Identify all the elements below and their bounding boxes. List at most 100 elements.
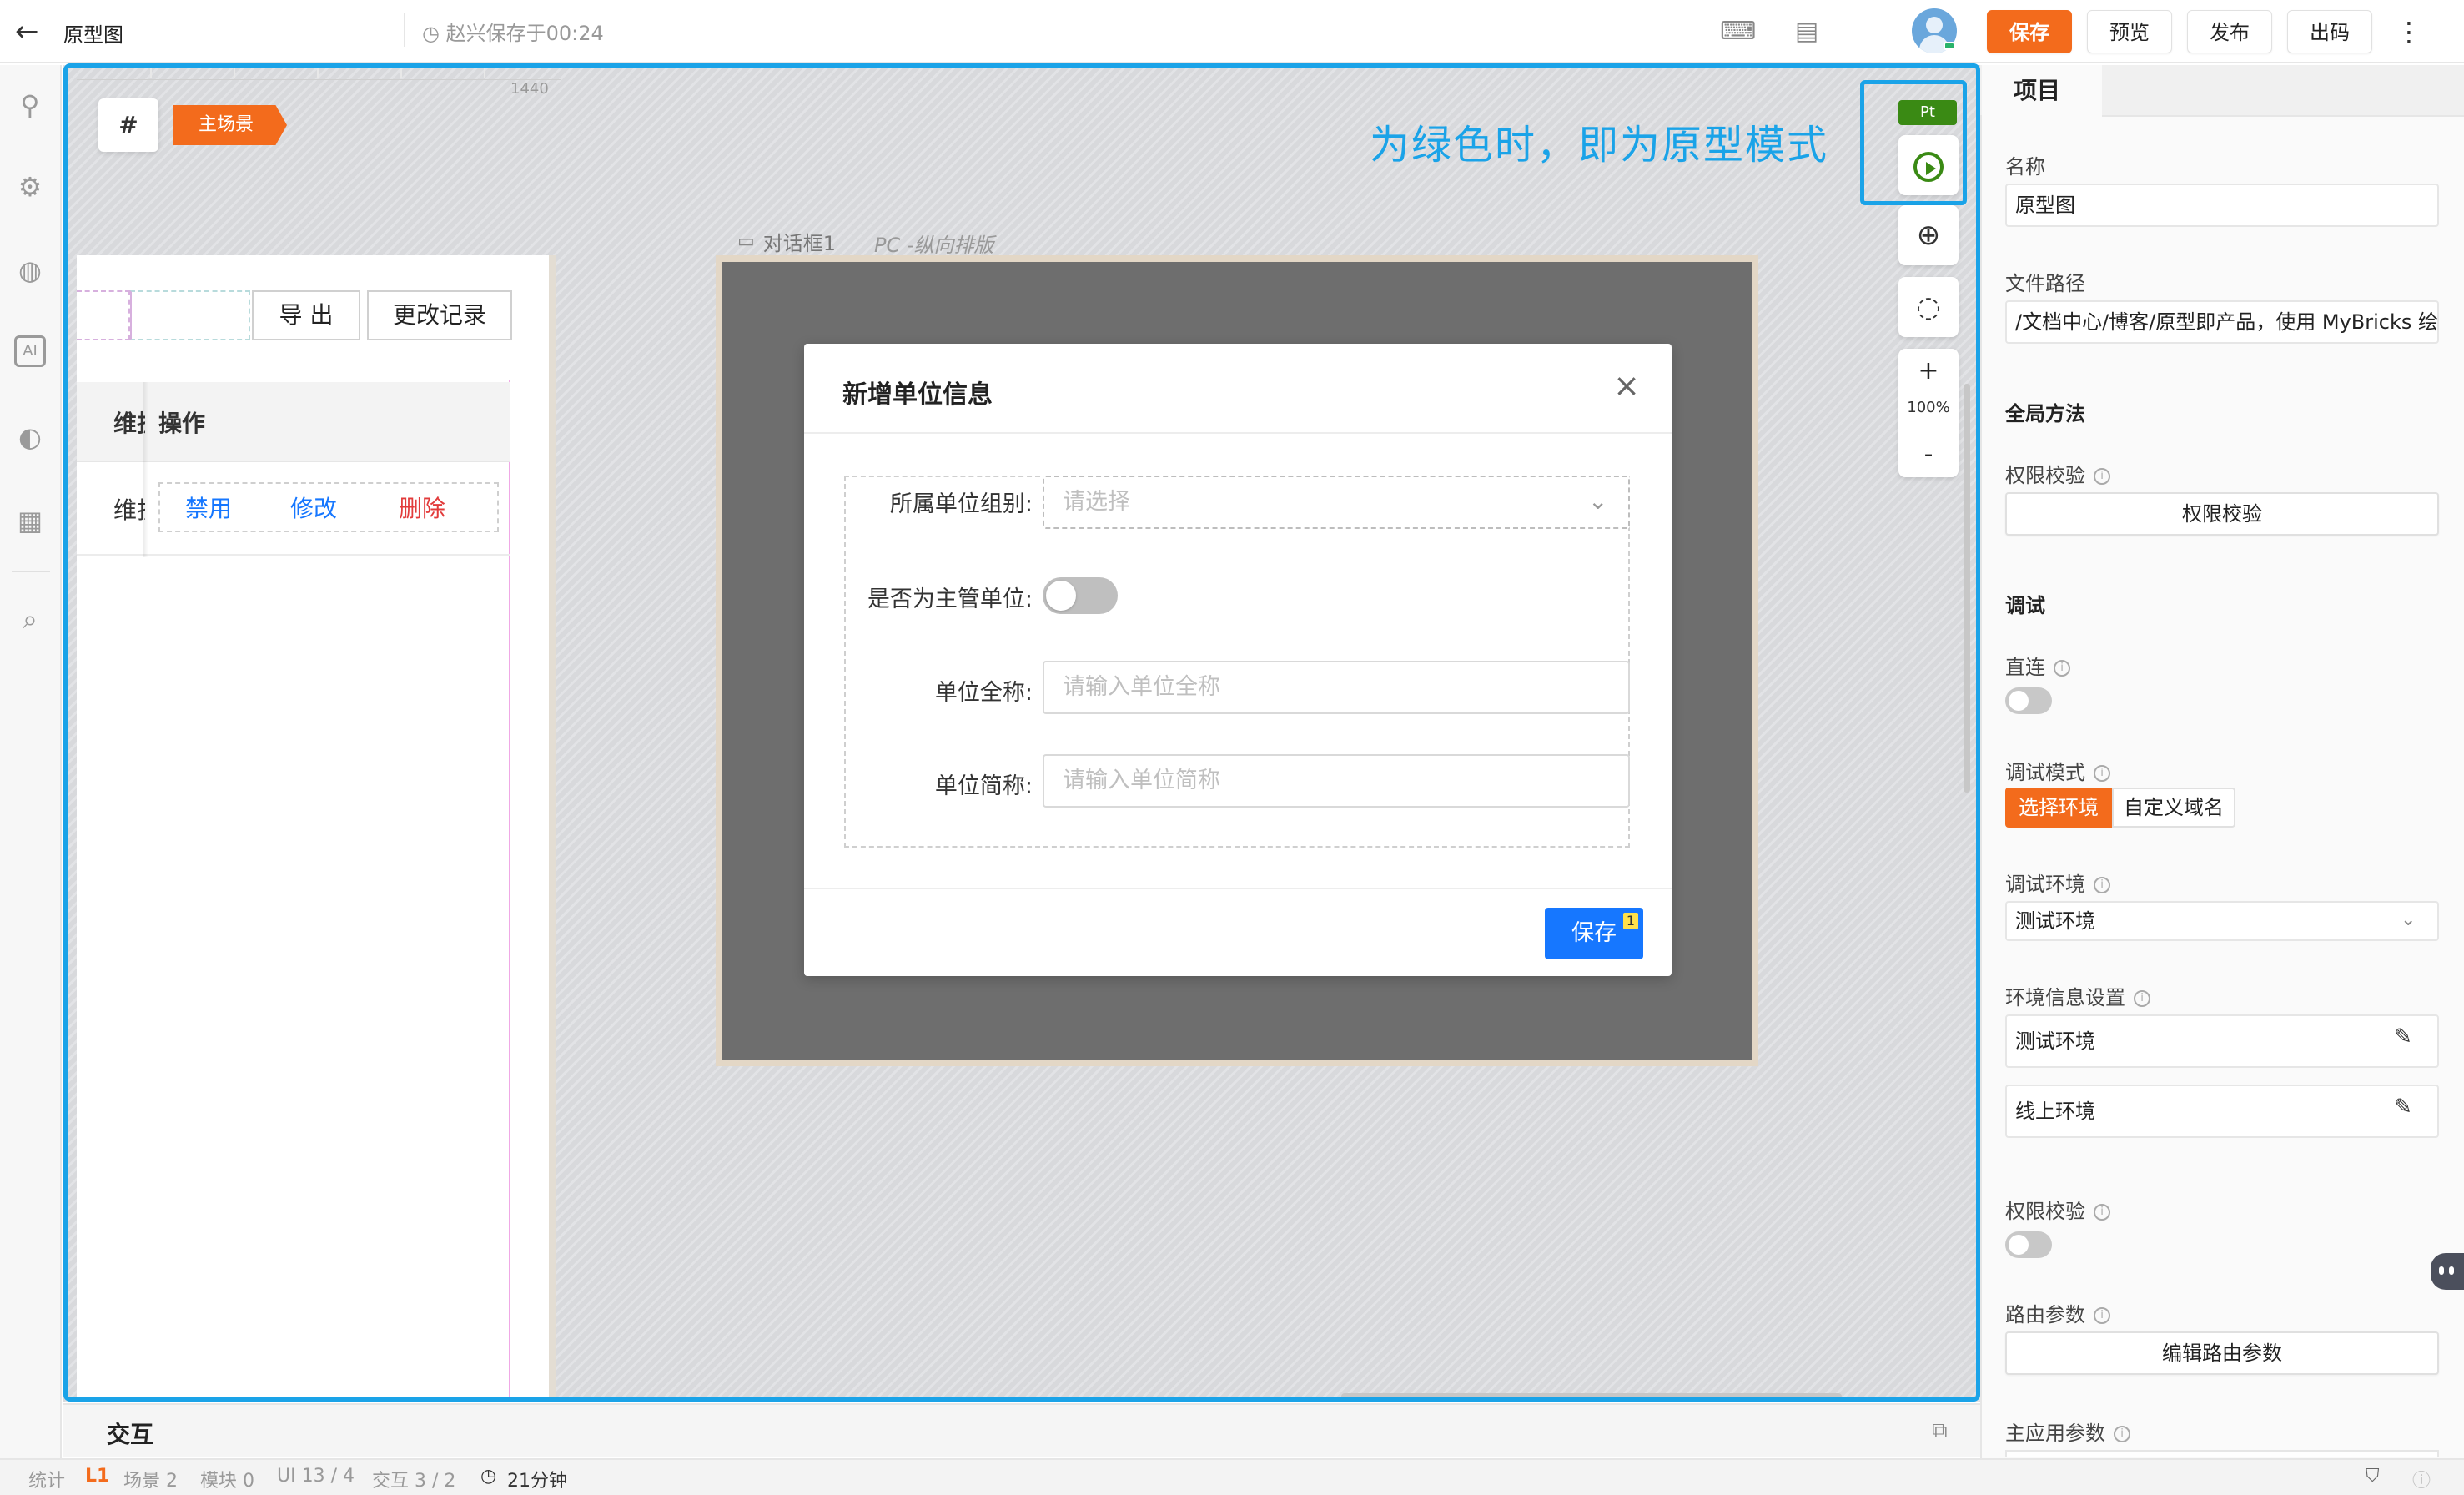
hash-button[interactable]: # — [98, 98, 158, 152]
play-icon[interactable] — [1898, 135, 1959, 195]
clock-icon: ◷ — [422, 22, 440, 45]
debug-env-select[interactable]: 测试环境 — [2005, 901, 2439, 941]
elapsed-time: 21分钟 — [507, 1471, 567, 1492]
ui-count: UI 13 / 4 — [277, 1466, 355, 1487]
debug-env-label: 调试环境 i — [2005, 868, 2110, 897]
horizontal-scrollbar[interactable] — [1341, 1393, 1842, 1400]
perm-check-button[interactable]: 权限校验 — [2005, 492, 2439, 536]
perm-check-label: 权限校验 i — [2005, 459, 2110, 488]
chevron-down-icon: ⌄ — [2401, 909, 2416, 930]
tab-project[interactable]: 项目 — [1982, 65, 2102, 118]
edit-icon[interactable]: ✎ — [2394, 1095, 2412, 1120]
info-icon[interactable]: i — [2134, 990, 2150, 1007]
full-name-label: 单位全称: — [934, 680, 1033, 706]
route-params-label: 路由参数 i — [2005, 1298, 2110, 1327]
interaction-count: 交互 3 / 2 — [372, 1471, 456, 1492]
is-main-toggle[interactable] — [1043, 577, 1118, 614]
search-input[interactable] — [130, 290, 250, 340]
scene-tag[interactable]: 主场景 — [173, 105, 288, 145]
disable-link[interactable]: 禁用 — [185, 491, 232, 524]
interaction-panel[interactable] — [63, 1403, 1980, 1457]
info-icon[interactable]: i — [2094, 765, 2110, 782]
comment-icon[interactable]: ◌ — [1898, 277, 1959, 337]
env-row-prod[interactable]: 线上环境 — [2005, 1085, 2439, 1138]
expand-icon[interactable]: ⧉ — [1932, 1418, 1948, 1444]
main-app-params-field[interactable] — [2005, 1450, 2439, 1457]
info-icon[interactable]: i — [2094, 1204, 2110, 1221]
preview-button[interactable]: 预览 — [2087, 10, 2172, 53]
plugin-icon[interactable]: ⚲ — [12, 87, 48, 123]
direct-label: 直连 i — [2005, 651, 2070, 680]
search-icon[interactable]: ⌕ — [12, 601, 48, 637]
short-name-label: 单位简称: — [934, 773, 1033, 799]
vertical-scrollbar[interactable] — [1964, 384, 1970, 793]
debug-mode-env-option[interactable]: 选择环境 — [2005, 788, 2112, 828]
page-title: 原型图 — [63, 23, 123, 47]
edit-link[interactable]: 修改 — [290, 491, 337, 524]
export-button[interactable]: 导 出 — [252, 290, 360, 340]
timer-icon: ◷ — [480, 1466, 497, 1487]
direct-toggle[interactable] — [2005, 687, 2052, 714]
ai-chip-icon[interactable]: AI — [14, 335, 46, 367]
export-code-button[interactable]: 出码 — [2287, 10, 2372, 53]
status-bar — [0, 1458, 2464, 1495]
frame-label[interactable]: ▭ 对话框1 — [737, 227, 836, 256]
delete-link[interactable]: 删除 — [399, 491, 445, 524]
divider — [404, 13, 405, 47]
assistant-bot-icon[interactable] — [2431, 1253, 2464, 1290]
debug-heading: 调试 — [2005, 594, 2045, 617]
perm-check-toggle[interactable] — [2005, 1231, 2052, 1258]
save-status: ◷ 赵兴保存于00:24 — [422, 17, 604, 46]
debug-mode-domain-option[interactable]: 自定义域名 — [2112, 788, 2235, 828]
book-icon[interactable]: ▤ — [1790, 17, 1823, 47]
publish-button[interactable]: 发布 — [2187, 10, 2272, 53]
count-badge: 1 — [1623, 913, 1638, 929]
env-settings-label: 环境信息设置 i — [2005, 981, 2150, 1010]
prototype-hint: 为绿色时，即为原型模式 — [1370, 122, 1829, 169]
level-badge: L1 — [85, 1466, 110, 1487]
name-field[interactable]: 原型图 — [2005, 184, 2439, 227]
info-icon[interactable]: i — [2114, 1426, 2130, 1442]
search-input[interactable] — [77, 290, 130, 340]
log-icon[interactable]: ▦ — [12, 502, 48, 539]
close-icon[interactable]: × — [1610, 369, 1643, 402]
edit-icon[interactable]: ✎ — [2394, 1024, 2412, 1050]
env-row-test[interactable]: 测试环境 — [2005, 1014, 2439, 1068]
short-name-input[interactable]: 请输入单位简称 — [1043, 754, 1630, 808]
edit-route-params-button[interactable]: 编辑路由参数 — [2005, 1331, 2439, 1375]
zoom-out-button[interactable]: - — [1898, 437, 1959, 472]
add-circle-icon[interactable]: ⊕ — [1898, 205, 1959, 265]
info-icon[interactable]: i — [2094, 877, 2110, 893]
info-icon[interactable]: ⓘ — [2412, 1466, 2431, 1492]
main-app-params-label: 主应用参数 i — [2005, 1417, 2130, 1446]
stats-label: 统计 — [28, 1471, 66, 1492]
dialog-title: 新增单位信息 — [842, 380, 993, 410]
table-header-cell: 维护 — [113, 410, 145, 437]
shield-icon[interactable]: ⛉ — [2366, 1466, 2380, 1487]
perm-check2-label: 权限校验 i — [2005, 1195, 2110, 1224]
info-icon[interactable]: i — [2094, 468, 2110, 485]
comment-icon: ▭ — [737, 231, 755, 252]
path-label: 文件路径 — [2005, 272, 2085, 295]
palette-icon[interactable]: ◐ — [12, 419, 48, 456]
info-icon[interactable]: i — [2094, 1307, 2110, 1324]
prototype-badge[interactable]: Pt — [1898, 100, 1957, 125]
globe-icon[interactable]: ◍ — [12, 252, 48, 289]
keyboard-icon[interactable]: ⌨ — [1720, 17, 1756, 47]
group-label: 所属单位组别: — [889, 491, 1033, 517]
divider — [804, 432, 1672, 434]
zoom-in-button[interactable]: + — [1898, 354, 1959, 389]
table-cell: 维护 — [113, 496, 145, 524]
group-select[interactable]: 请选择 — [1043, 476, 1630, 529]
ruler — [77, 68, 561, 80]
arrow-left-icon[interactable]: ← — [15, 15, 48, 48]
module-count: 模块 0 — [200, 1471, 254, 1492]
info-icon[interactable]: i — [2054, 660, 2070, 677]
online-status-icon — [1944, 42, 1955, 50]
change-history-button[interactable]: 更改记录 — [367, 290, 512, 340]
full-name-input[interactable]: 请输入单位全称 — [1043, 661, 1630, 714]
more-icon[interactable]: ⋮ — [2396, 15, 2422, 48]
path-field[interactable]: /文档中心/博客/原型即产品，使用 MyBricks 绘 — [2005, 300, 2439, 344]
settings-icon[interactable]: ⚙ — [12, 169, 48, 205]
save-button[interactable]: 保存 — [1987, 10, 2072, 53]
